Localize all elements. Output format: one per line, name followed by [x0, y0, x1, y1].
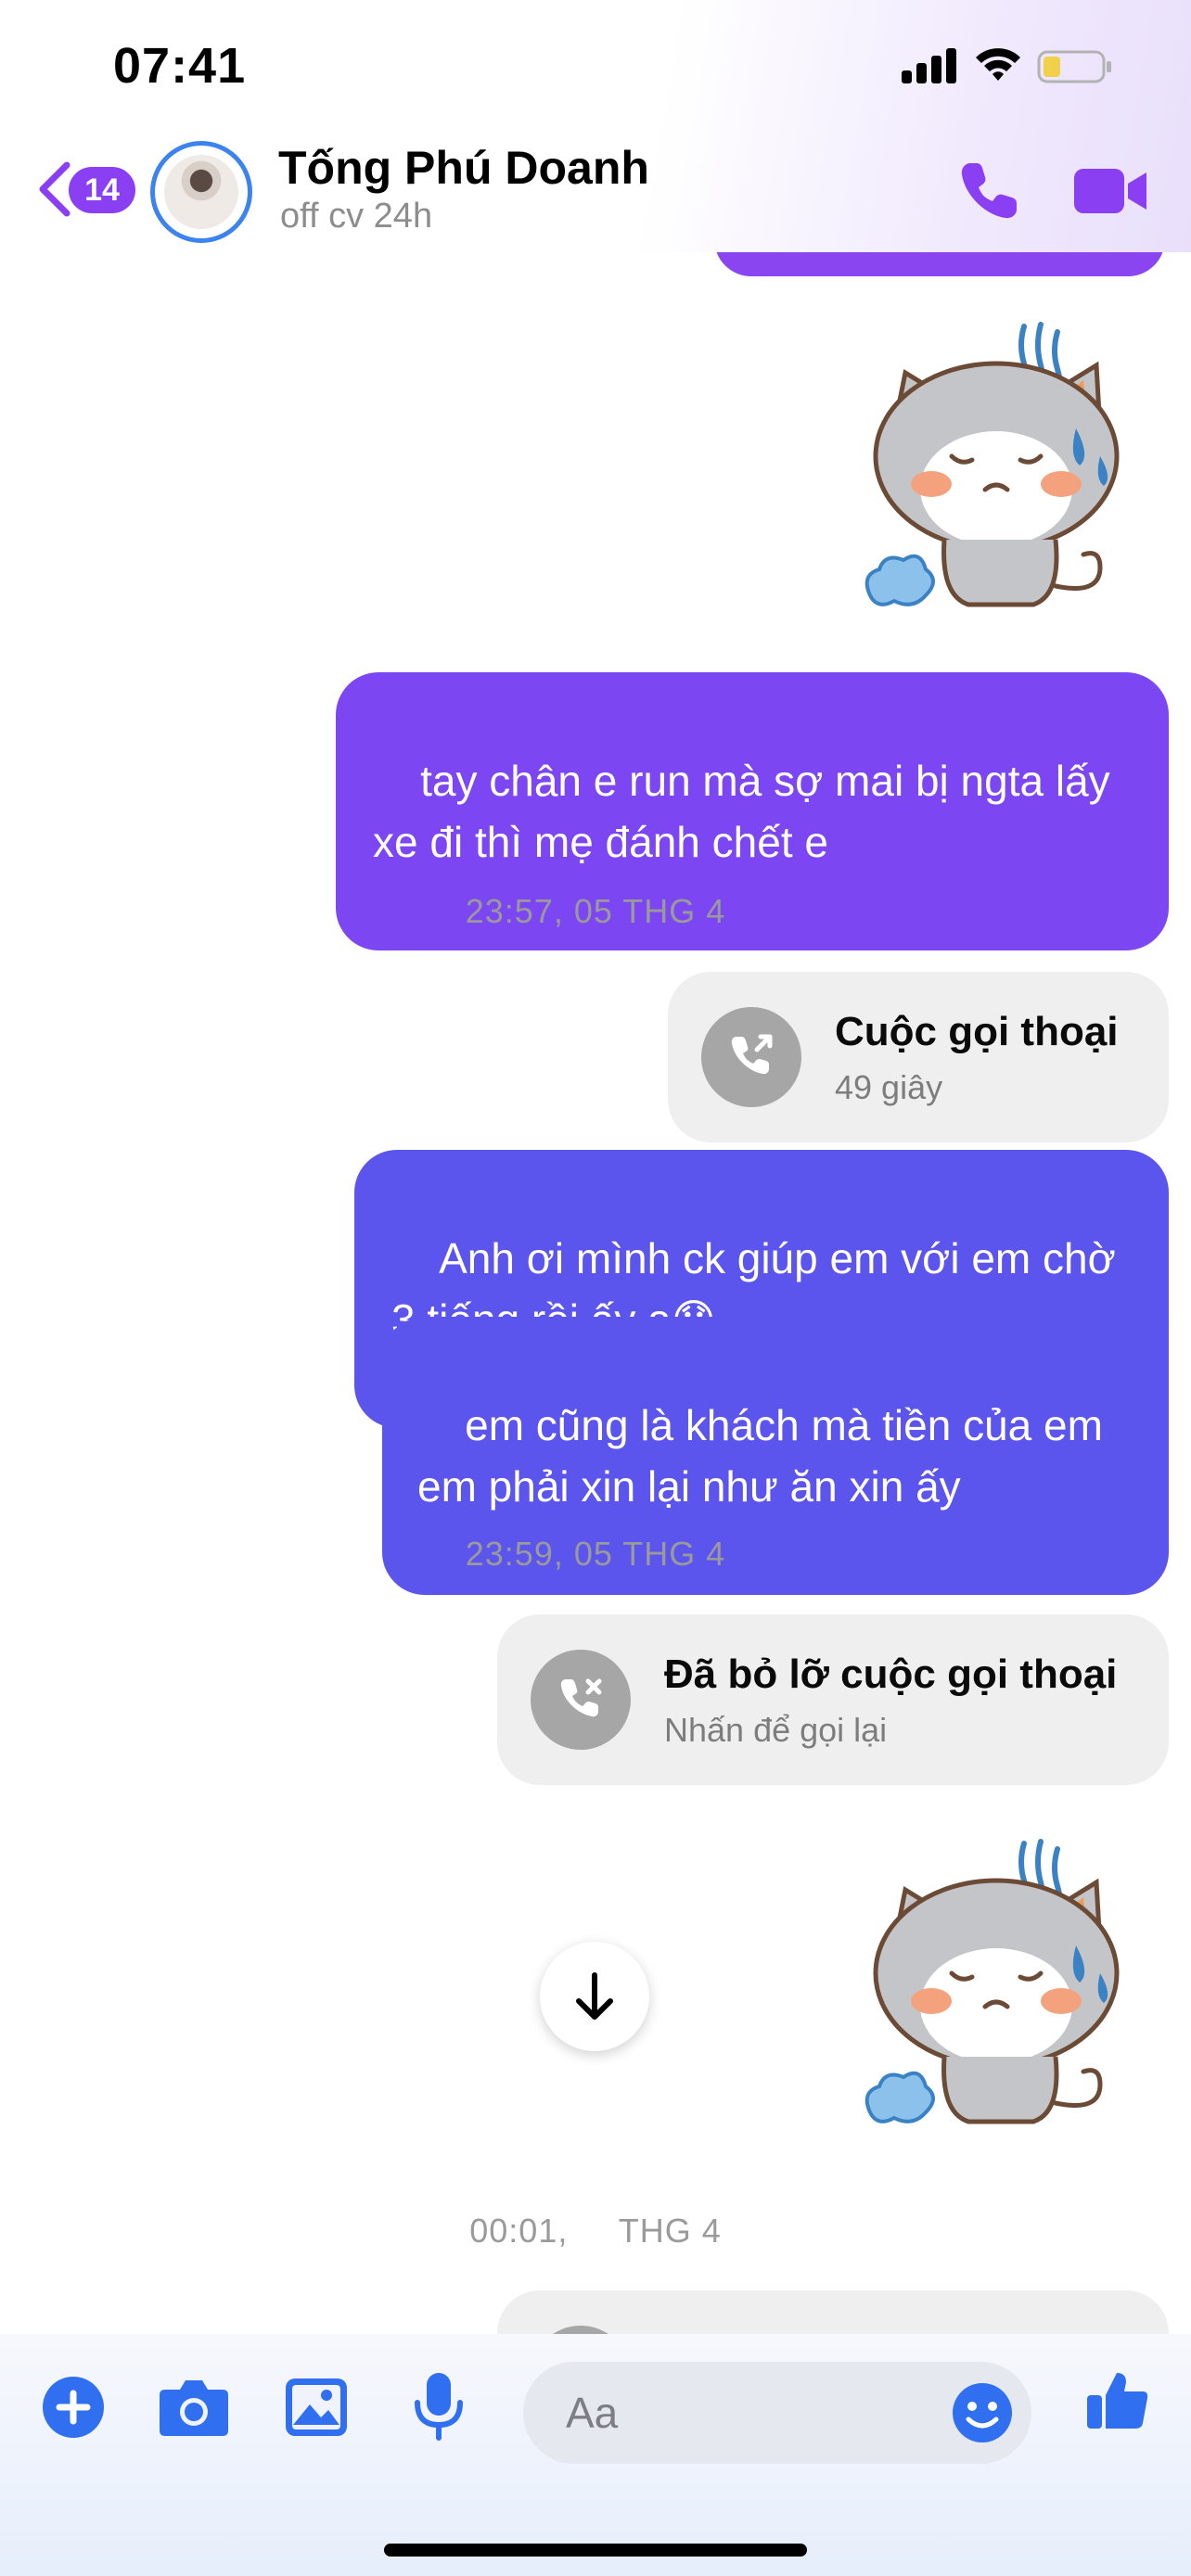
unread-count-badge: 14	[69, 167, 135, 213]
cellular-signal-icon	[902, 48, 957, 83]
home-indicator	[384, 2544, 807, 2557]
missed-call-card[interactable]	[497, 2290, 1169, 2334]
microphone-icon	[427, 2373, 451, 2416]
scroll-to-bottom-button[interactable]	[540, 1942, 649, 2051]
like-button[interactable]	[1085, 2367, 1150, 2432]
sweating-cat-sticker[interactable]	[857, 317, 1154, 623]
video-call-button[interactable]	[1072, 163, 1148, 219]
message-composer: Aa	[0, 2334, 1191, 2576]
message-input-placeholder: Aa	[566, 2389, 619, 2437]
gallery-button[interactable]	[284, 2377, 349, 2438]
wifi-icon	[976, 48, 1020, 81]
status-time: 07:41	[113, 38, 247, 94]
add-button[interactable]	[41, 2375, 106, 2440]
chevron-left-icon	[39, 161, 70, 217]
missed-call-card[interactable]: Đã bỏ lỡ cuộc gọi thoại Nhấn để gọi lại	[497, 1614, 1169, 1785]
message-timestamp: 00:01, THG 4	[469, 2212, 722, 2250]
camera-button[interactable]	[158, 2377, 230, 2438]
emoji-button[interactable]	[952, 2382, 1013, 2443]
avatar-photo	[164, 155, 238, 229]
battery-icon	[1037, 50, 1111, 83]
previous-message-bubble[interactable]	[714, 252, 1165, 276]
call-icon-circle	[531, 2326, 631, 2334]
call-back-hint: Nhấn để gọi lại	[664, 1711, 888, 1749]
voice-call-card[interactable]: Cuộc gọi thoại 49 giây	[668, 972, 1169, 1142]
message-text: tay chân e run mà sợ mai bị ngta lấy xe …	[373, 757, 1110, 866]
message-timestamp: 23:57, 05 THG 4	[465, 892, 726, 930]
call-title: Cuộc gọi thoại	[835, 1009, 1119, 1054]
sweating-cat-sticker[interactable]	[857, 1834, 1154, 2140]
call-title: Đã bỏ lỡ cuộc gọi thoại	[664, 1651, 1118, 1697]
call-icon-circle	[531, 1650, 631, 1750]
call-duration: 49 giây	[835, 1068, 943, 1106]
thumbs-up-icon	[1106, 2373, 1148, 2429]
message-text: em cũng là khách mà tiền của em em phải …	[417, 1401, 1103, 1511]
contact-avatar[interactable]	[150, 141, 252, 243]
video-camera-icon	[1074, 169, 1124, 213]
contact-name[interactable]: Tống Phú Doanh	[278, 141, 649, 195]
phone-call-button[interactable]	[955, 158, 1022, 224]
status-bar: 07:41	[0, 0, 1191, 139]
call-icon-circle	[701, 1007, 801, 1107]
contact-status: off cv 24h	[280, 197, 433, 236]
missed-call-icon	[560, 1678, 602, 1717]
outgoing-call-icon	[731, 1034, 773, 1075]
smiley-icon	[953, 2383, 1012, 2442]
back-button[interactable]: 14	[32, 158, 135, 223]
arrow-down-icon	[576, 1972, 613, 2020]
phone-icon	[961, 163, 1017, 219]
voice-record-button[interactable]	[414, 2371, 464, 2442]
message-timestamp: 23:59, 05 THG 4	[465, 1535, 726, 1573]
message-input[interactable]: Aa	[523, 2362, 1031, 2464]
